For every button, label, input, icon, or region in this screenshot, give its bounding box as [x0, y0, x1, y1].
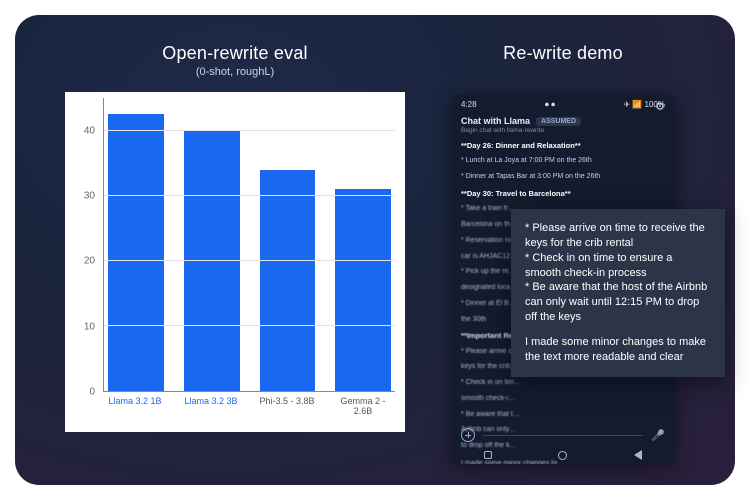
- demo-wrap: 4:28 ⏺ ⏺ ✈ 📶 100% ⚙ Chat with Llama ASSU…: [451, 94, 675, 464]
- info-card: Open-rewrite eval (0-shot, roughL) 0 10 20…: [15, 15, 735, 485]
- msg-line: I made some minor changes to: [461, 460, 665, 464]
- tooltip-line: * Please arrive on time to receive the k…: [525, 221, 711, 251]
- input-line: [483, 435, 643, 436]
- msg-line: * Be aware that t…: [461, 411, 665, 420]
- phone-nav-row: [451, 450, 675, 460]
- bar: [108, 114, 164, 391]
- plus-icon: [461, 428, 475, 442]
- demo-column: Re-write demo 4:28 ⏺ ⏺ ✈ 📶 100% ⚙ Chat w…: [433, 43, 693, 464]
- y-tick: 0: [89, 387, 95, 398]
- status-time: 4:28: [461, 100, 477, 110]
- chat-subtitle: Begin chat with llama-rewrite: [461, 127, 665, 134]
- chat-title-text: Chat with Llama: [461, 116, 530, 126]
- grid-line: [104, 130, 395, 131]
- phone-status-bar: 4:28 ⏺ ⏺ ✈ 📶 100%: [461, 100, 665, 110]
- y-tick: 20: [84, 256, 95, 267]
- msg-line: smooth check-i…: [461, 395, 665, 404]
- mic-icon: 🎤: [651, 429, 665, 442]
- grid-line: [104, 325, 395, 326]
- tooltip-line: I made some minor changes to make the te…: [525, 335, 711, 365]
- rewrite-tooltip: * Please arrive on time to receive the k…: [511, 209, 725, 377]
- msg-line: **Day 26: Dinner and Relaxation**: [461, 141, 665, 150]
- nav-home-icon: [558, 451, 567, 460]
- x-label: Llama 3.2 3B: [183, 396, 239, 432]
- msg-line: **Day 30: Travel to Barcelona**: [461, 189, 665, 198]
- x-label: Gemma 2 - 2.6B: [335, 396, 391, 432]
- y-tick: 30: [84, 191, 95, 202]
- x-label: Llama 3.2 1B: [107, 396, 163, 432]
- grid-line: [104, 260, 395, 261]
- y-tick: 40: [84, 125, 95, 136]
- chart-column: Open-rewrite eval (0-shot, roughL) 0 10 20…: [65, 43, 405, 464]
- chart-title: Open-rewrite eval: [162, 43, 307, 64]
- gear-icon: ⚙: [655, 100, 665, 113]
- chat-pill: ASSUMED: [536, 117, 581, 126]
- tooltip-line: * Be aware that the host of the Airbnb c…: [525, 280, 711, 325]
- nav-recents-icon: [484, 451, 492, 459]
- chat-header: Chat with Llama ASSUMED: [461, 116, 665, 126]
- chart-subtitle: (0-shot, roughL): [196, 66, 274, 78]
- tooltip-line: * Check in on time to ensure a smooth ch…: [525, 251, 711, 281]
- demo-title: Re-write demo: [503, 43, 623, 64]
- y-tick: 10: [84, 321, 95, 332]
- bar: [260, 170, 316, 391]
- grid-line: [104, 195, 395, 196]
- msg-line: * Dinner at Tapas Bar at 3:00 PM on the …: [461, 173, 665, 182]
- nav-back-icon: [634, 450, 642, 460]
- bar-chart: 0 10 20 30 40 Llama 3.2 1B Llama 3.2 3B Phi-3.…: [65, 92, 405, 432]
- bar: [335, 189, 391, 391]
- bar: [184, 131, 240, 391]
- msg-line: * Lunch at La Joya at 7:00 PM on the 26t…: [461, 157, 665, 166]
- phone-input-row: 🎤: [461, 428, 665, 442]
- msg-line: * Check in on tim…: [461, 379, 665, 388]
- x-label: Phi-3.5 - 3.8B: [259, 396, 315, 432]
- status-icons: ⏺ ⏺: [545, 100, 555, 110]
